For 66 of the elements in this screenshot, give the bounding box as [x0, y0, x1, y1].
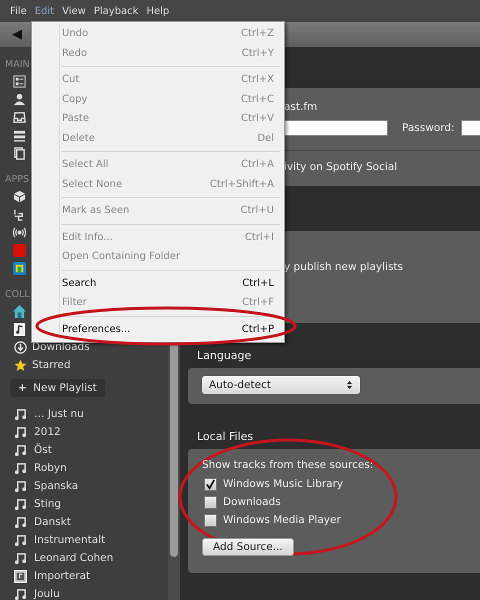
playlist-item[interactable]: Spanska	[0, 477, 168, 495]
playlist-item[interactable]: Öst	[0, 441, 168, 459]
note-icon	[14, 534, 27, 546]
playlist-item[interactable]: 2012	[0, 423, 168, 441]
star-icon	[14, 358, 27, 372]
section-heading: Language	[197, 349, 252, 362]
back-button[interactable]: ◀	[12, 27, 22, 42]
sidebar-item[interactable]: Downloads	[0, 338, 168, 356]
note-icon	[14, 426, 27, 438]
download-icon	[14, 340, 27, 354]
person-icon[interactable]	[13, 92, 26, 106]
house-icon[interactable]	[13, 304, 26, 318]
sidebar-item[interactable]: Starred	[0, 356, 168, 374]
section-label: APPS	[4, 173, 29, 187]
pages-icon[interactable]	[13, 146, 26, 160]
app-icon[interactable]	[13, 262, 26, 274]
playlist-item[interactable]: Leonard Cohen	[0, 549, 168, 567]
playlist-item[interactable]: Danskt	[0, 513, 168, 531]
note-icon	[14, 498, 27, 510]
username-field[interactable]	[283, 120, 388, 136]
broadcast-icon[interactable]	[13, 226, 26, 238]
note-icon	[14, 408, 27, 420]
playlist-item[interactable]: Instrumentalt	[0, 531, 168, 549]
updown-icon	[346, 380, 353, 390]
checkbox-label: Windows Music Library	[223, 478, 344, 490]
note-icon	[14, 588, 27, 600]
box-icon[interactable]	[13, 190, 26, 202]
section-heading: Local Files	[197, 430, 254, 443]
new-playlist-button[interactable]: + New Playlist	[10, 379, 105, 397]
playlist-item[interactable]: … Just nu	[0, 405, 168, 423]
folder-icon	[14, 570, 27, 582]
add-source-button[interactable]: Add Source...	[202, 538, 294, 556]
note-icon[interactable]	[13, 322, 26, 336]
menu-title[interactable]: Playback	[90, 6, 142, 16]
playlist-item[interactable]: Sting	[0, 495, 168, 513]
menu-title[interactable]: Edit	[30, 6, 58, 16]
section-label: COLL	[4, 288, 30, 302]
checkbox[interactable]	[204, 496, 217, 508]
lastfm-label: ast.fm	[284, 101, 318, 113]
sources-label: Show tracks from these sources:	[202, 459, 374, 471]
checkbox-label: Windows Media Player	[223, 514, 341, 526]
menu-title[interactable]: File	[6, 6, 31, 16]
playlist-item[interactable]: Joulu	[0, 585, 168, 600]
social-text: ivity on Spotify Social	[284, 161, 398, 173]
note-icon	[14, 552, 27, 564]
menu-item[interactable]: Search Ctrl+L	[32, 274, 284, 293]
checkbox[interactable]	[204, 514, 217, 526]
publish-text: y publish new playlists	[284, 261, 403, 273]
checkbox-label: Downloads	[223, 496, 281, 508]
menu-title[interactable]: View	[58, 6, 90, 16]
steps-icon[interactable]	[13, 208, 26, 220]
playlist-item[interactable]: Robyn	[0, 459, 168, 477]
password-label: Password:	[402, 122, 455, 134]
checkbox[interactable]	[204, 478, 217, 490]
note-icon	[14, 480, 27, 492]
note-icon	[14, 516, 27, 528]
note-icon	[14, 444, 27, 456]
list-icon[interactable]	[13, 74, 26, 88]
tray-icon[interactable]	[13, 110, 26, 124]
lines-icon[interactable]	[13, 128, 26, 142]
language-select[interactable]: Auto-detect	[202, 376, 360, 394]
playlist-item[interactable]: Importerat	[0, 567, 168, 585]
menu-item[interactable]: Preferences... Ctrl+P	[32, 320, 284, 339]
menu-title[interactable]: Help	[142, 6, 174, 16]
note-icon	[14, 462, 27, 474]
section-label: MAIN	[4, 58, 30, 72]
